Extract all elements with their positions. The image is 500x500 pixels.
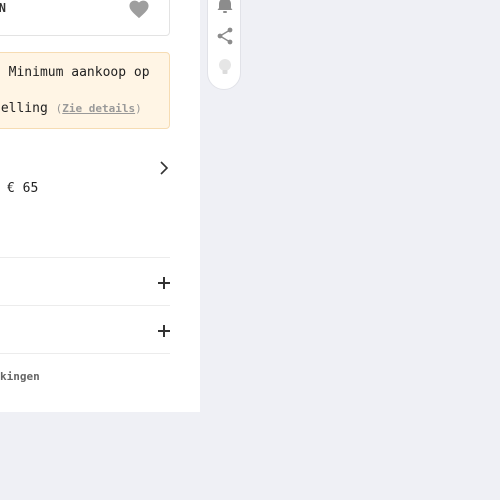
product-header-box: AN (0, 0, 170, 36)
reviews-link[interactable]: kingen (0, 370, 40, 383)
promo-line-2: telling (Zie details) (0, 101, 142, 116)
divider (0, 257, 170, 258)
product-detail-panel: AN · Minimum aankoop op telling (Zie det… (0, 0, 200, 412)
price-value: € 65 (7, 181, 39, 196)
details-close-paren: ) (135, 102, 142, 115)
promo-notice: · Minimum aankoop op telling (Zie detail… (0, 52, 170, 129)
promo-line-1: · Minimum aankoop op (0, 65, 150, 80)
product-brand-label: AN (0, 1, 7, 15)
lightbulb-icon[interactable] (215, 57, 235, 77)
divider (0, 353, 170, 354)
heart-icon[interactable] (128, 0, 150, 19)
plus-icon[interactable] (158, 277, 170, 289)
details-link[interactable]: Zie details (62, 102, 135, 115)
plus-icon[interactable] (158, 325, 170, 337)
chevron-right-icon[interactable] (159, 160, 169, 176)
bell-icon[interactable] (215, 0, 235, 16)
share-icon[interactable] (215, 26, 235, 46)
divider (0, 305, 170, 306)
promo-line-2-text: telling (0, 101, 48, 116)
side-toolbar (207, 0, 241, 90)
